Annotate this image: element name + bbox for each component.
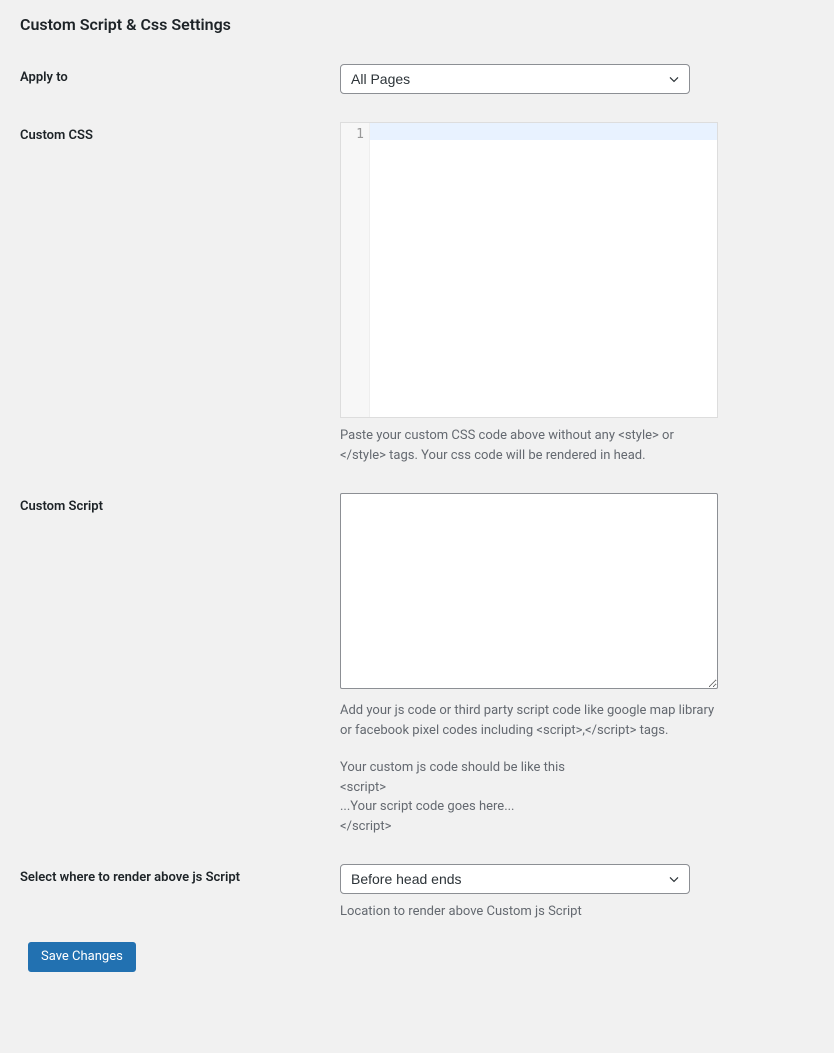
- line-number: 1: [341, 127, 364, 142]
- custom-css-editor[interactable]: 1: [340, 122, 718, 418]
- custom-script-label: Custom Script: [20, 493, 340, 514]
- page-title: Custom Script & Css Settings: [20, 15, 814, 34]
- code-content: [370, 123, 717, 417]
- custom-css-help: Paste your custom CSS code above without…: [340, 426, 718, 465]
- render-location-help: Location to render above Custom js Scrip…: [340, 902, 718, 922]
- custom-script-textarea[interactable]: [340, 493, 718, 689]
- render-location-select-wrapper: Before head ends: [340, 864, 690, 894]
- apply-to-select-wrapper: All Pages: [340, 64, 690, 94]
- render-location-row: Select where to render above js Script B…: [20, 864, 814, 922]
- render-location-select[interactable]: Before head ends: [340, 864, 690, 894]
- custom-script-row: Custom Script Add your js code or third …: [20, 493, 814, 836]
- settings-form: Apply to All Pages Custom CSS 1: [20, 64, 814, 922]
- custom-css-label: Custom CSS: [20, 122, 340, 143]
- custom-css-row: Custom CSS 1 Paste your custom CSS code …: [20, 122, 814, 465]
- custom-script-field: Add your js code or third party script c…: [340, 493, 720, 836]
- submit-row: Save Changes: [28, 942, 814, 972]
- save-button[interactable]: Save Changes: [28, 942, 136, 972]
- apply-to-label: Apply to: [20, 64, 340, 85]
- apply-to-select[interactable]: All Pages: [340, 64, 690, 94]
- custom-css-field: 1 Paste your custom CSS code above witho…: [340, 122, 720, 465]
- apply-to-row: Apply to All Pages: [20, 64, 814, 94]
- render-location-label: Select where to render above js Script: [20, 864, 340, 885]
- custom-css-textarea[interactable]: [370, 123, 717, 417]
- apply-to-field: All Pages: [340, 64, 720, 94]
- custom-script-help: Add your js code or third party script c…: [340, 701, 718, 836]
- render-location-field: Before head ends Location to render abov…: [340, 864, 720, 922]
- code-gutter: 1: [341, 123, 370, 417]
